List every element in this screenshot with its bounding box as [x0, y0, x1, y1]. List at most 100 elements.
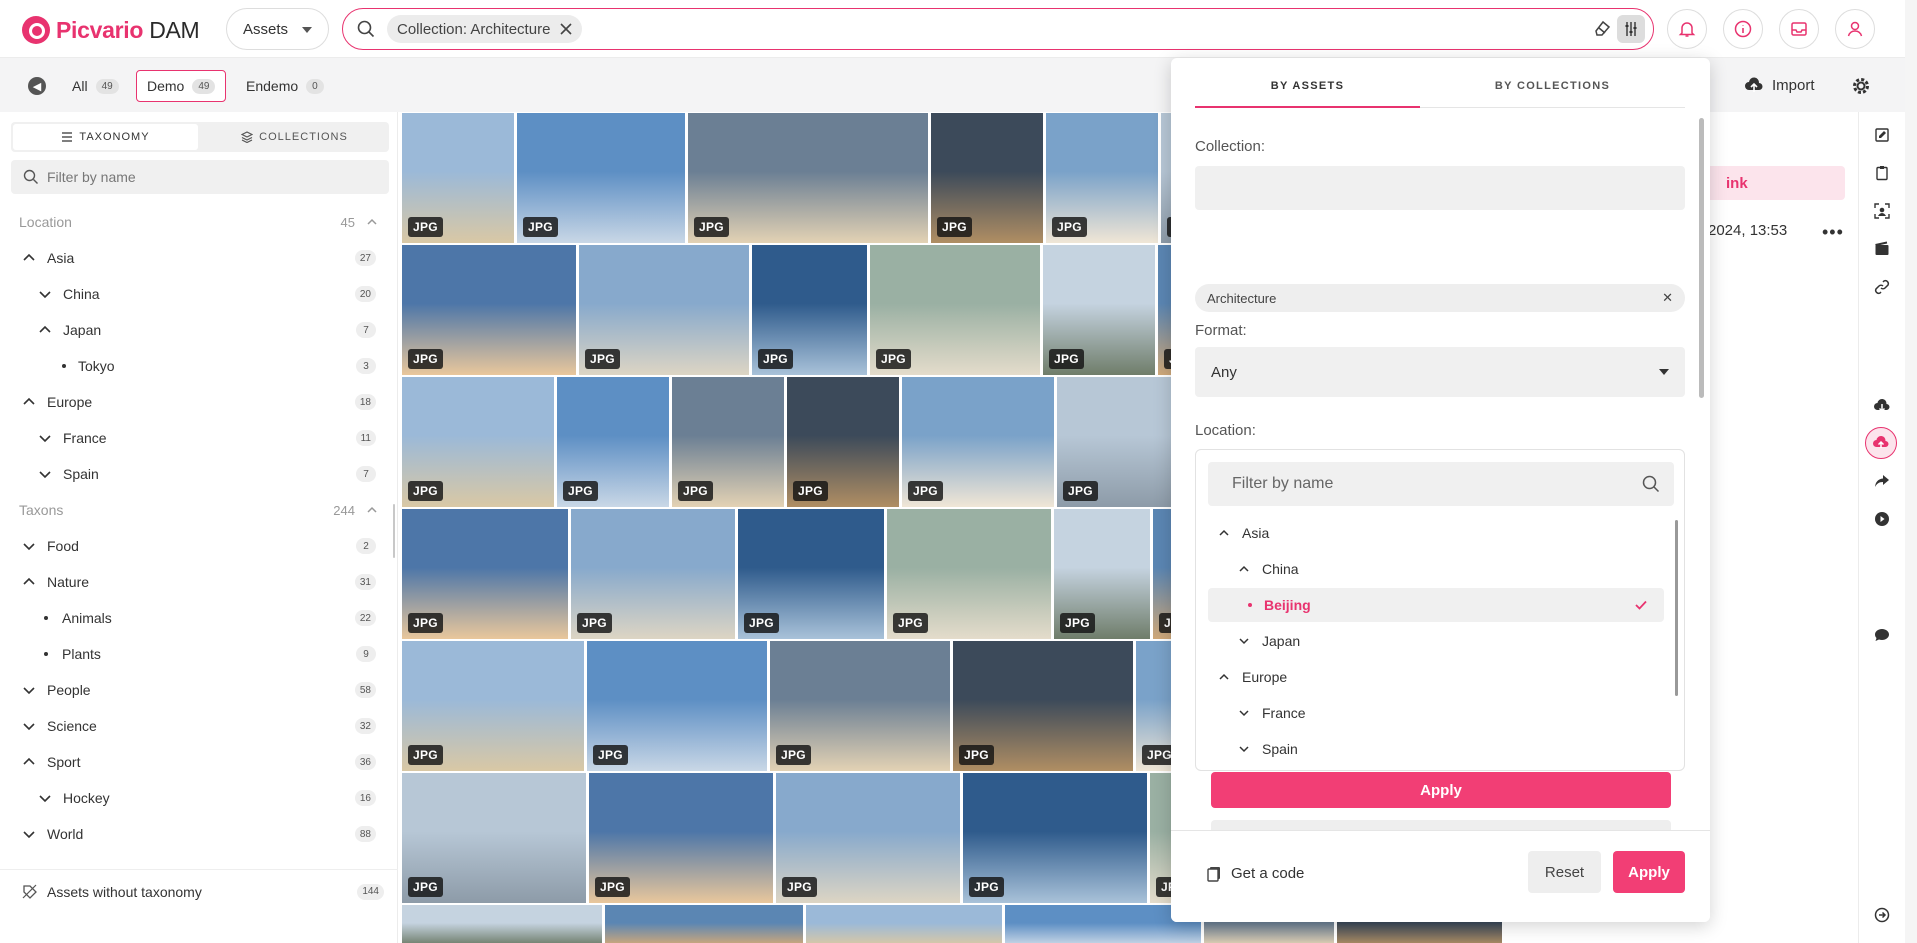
- asset-tile[interactable]: JPG: [402, 245, 576, 375]
- asset-tile[interactable]: JPG: [571, 509, 735, 639]
- chevron-down-icon[interactable]: [38, 467, 52, 481]
- tree-section-location[interactable]: Location 45: [0, 204, 390, 240]
- filter-tab-demo[interactable]: Demo 49: [136, 70, 227, 102]
- chevron-up-icon[interactable]: [22, 575, 36, 589]
- tree-item-france[interactable]: France 11: [0, 420, 390, 456]
- asset-tile[interactable]: JPG: [738, 509, 884, 639]
- tree-item-nature[interactable]: Nature 31: [0, 564, 390, 600]
- face-scan-icon[interactable]: [1871, 200, 1893, 222]
- tab-taxonomy[interactable]: TAXONOMY: [13, 124, 198, 150]
- tree-item-europe[interactable]: Europe 18: [0, 384, 390, 420]
- chevron-up-icon[interactable]: [1238, 563, 1250, 575]
- play-icon[interactable]: [1871, 508, 1893, 530]
- chevron-down-icon[interactable]: [38, 791, 52, 805]
- location-apply-button[interactable]: Apply: [1211, 772, 1671, 808]
- back-button[interactable]: ◀: [28, 77, 46, 95]
- format-select[interactable]: Any: [1195, 347, 1685, 397]
- close-icon[interactable]: [560, 23, 572, 35]
- collection-input[interactable]: [1195, 166, 1685, 210]
- filter-tab-all[interactable]: All 49: [62, 70, 129, 102]
- tree-item-animals[interactable]: Animals 22: [0, 600, 390, 636]
- chevron-down-icon[interactable]: [1238, 635, 1250, 647]
- asset-tile[interactable]: JPG: [787, 377, 899, 507]
- chevron-down-icon[interactable]: [22, 539, 36, 553]
- chevron-up-icon[interactable]: [22, 395, 36, 409]
- asset-tile[interactable]: JPG: [402, 377, 554, 507]
- asset-tile[interactable]: [605, 905, 803, 943]
- cloud-download-icon[interactable]: [1871, 395, 1893, 417]
- link-icon[interactable]: [1871, 276, 1893, 298]
- location-item-japan[interactable]: Japan: [1208, 624, 1664, 658]
- assets-dropdown[interactable]: Assets: [226, 8, 329, 50]
- tree-item-hockey[interactable]: Hockey 16: [0, 780, 390, 816]
- app-logo[interactable]: Picvario DAM: [22, 16, 200, 44]
- asset-tile[interactable]: JPG: [870, 245, 1040, 375]
- asset-tile[interactable]: JPG: [402, 509, 568, 639]
- asset-tile[interactable]: JPG: [1043, 245, 1155, 375]
- arrow-right-circle-icon[interactable]: [1871, 904, 1893, 926]
- inbox-button[interactable]: [1779, 9, 1819, 49]
- filter-tab-endemo[interactable]: Endemo 0: [236, 70, 334, 102]
- location-item-asia[interactable]: Asia: [1208, 516, 1664, 550]
- asset-tile[interactable]: [402, 905, 602, 943]
- asset-tile[interactable]: JPG: [1046, 113, 1158, 243]
- asset-tile[interactable]: [806, 905, 1002, 943]
- reset-button[interactable]: Reset: [1528, 851, 1601, 893]
- tree-item-asia[interactable]: Asia 27: [0, 240, 390, 276]
- asset-tile[interactable]: JPG: [672, 377, 784, 507]
- asset-tile[interactable]: JPG: [902, 377, 1054, 507]
- location-item-china[interactable]: China: [1208, 552, 1664, 586]
- chevron-down-icon[interactable]: [38, 431, 52, 445]
- cloud-upload-icon[interactable]: [1865, 427, 1897, 459]
- tree-item-food[interactable]: Food 2: [0, 528, 390, 564]
- location-item-france[interactable]: France: [1208, 696, 1664, 730]
- asset-tile[interactable]: JPG: [770, 641, 950, 771]
- location-filter-input[interactable]: Filter by name: [1208, 462, 1674, 506]
- asset-tile[interactable]: JPG: [587, 641, 767, 771]
- location-scrollbar[interactable]: [1675, 520, 1678, 696]
- tab-by-collections[interactable]: BY COLLECTIONS: [1440, 80, 1665, 92]
- chevron-up-icon[interactable]: [22, 755, 36, 769]
- edit-note-icon[interactable]: [1871, 124, 1893, 146]
- link-button[interactable]: ink: [1690, 166, 1845, 200]
- gear-icon[interactable]: [1851, 76, 1871, 96]
- asset-tile[interactable]: JPG: [1054, 509, 1150, 639]
- asset-tile[interactable]: JPG: [931, 113, 1043, 243]
- clapperboard-icon[interactable]: [1871, 238, 1893, 260]
- tree-item-tokyo[interactable]: Tokyo 3: [0, 348, 390, 384]
- close-icon[interactable]: ✕: [1662, 290, 1673, 306]
- chevron-down-icon[interactable]: [38, 287, 52, 301]
- info-button[interactable]: [1723, 9, 1763, 49]
- eraser-icon[interactable]: [1593, 19, 1611, 37]
- tree-item-sport[interactable]: Sport 36: [0, 744, 390, 780]
- tree-item-world[interactable]: World 88: [0, 816, 390, 852]
- asset-tile[interactable]: JPG: [688, 113, 928, 243]
- taxonomy-filter-input[interactable]: Filter by name: [11, 160, 389, 194]
- asset-tile[interactable]: JPG: [776, 773, 960, 903]
- filter-settings-button[interactable]: [1617, 15, 1645, 43]
- search-bar[interactable]: Collection: Architecture: [342, 8, 1654, 50]
- tree-item-spain[interactable]: Spain 7: [0, 456, 390, 492]
- asset-tile[interactable]: JPG: [517, 113, 685, 243]
- tree-item-science[interactable]: Science 32: [0, 708, 390, 744]
- chevron-down-icon[interactable]: [1238, 707, 1250, 719]
- asset-tile[interactable]: JPG: [953, 641, 1133, 771]
- popup-scrollbar[interactable]: [1699, 118, 1704, 398]
- asset-tile[interactable]: JPG: [402, 773, 586, 903]
- chevron-up-icon[interactable]: [1218, 671, 1230, 683]
- user-profile-button[interactable]: [1835, 9, 1875, 49]
- tree-item-china[interactable]: China 20: [0, 276, 390, 312]
- comment-icon[interactable]: [1871, 624, 1893, 646]
- asset-tile[interactable]: JPG: [752, 245, 867, 375]
- chevron-up-icon[interactable]: [1218, 527, 1230, 539]
- notifications-button[interactable]: [1667, 9, 1707, 49]
- chevron-up-icon[interactable]: [366, 504, 378, 516]
- tab-collections[interactable]: COLLECTIONS: [202, 124, 387, 150]
- import-button[interactable]: Import: [1744, 76, 1815, 94]
- search-chip-collection[interactable]: Collection: Architecture: [387, 15, 583, 43]
- page-scrollbar[interactable]: [1905, 0, 1917, 943]
- get-code-button[interactable]: Get a code: [1207, 865, 1304, 882]
- left-scrollbar[interactable]: [393, 504, 395, 558]
- location-item-spain[interactable]: Spain: [1208, 732, 1664, 766]
- more-options-icon[interactable]: •••: [1822, 222, 1844, 243]
